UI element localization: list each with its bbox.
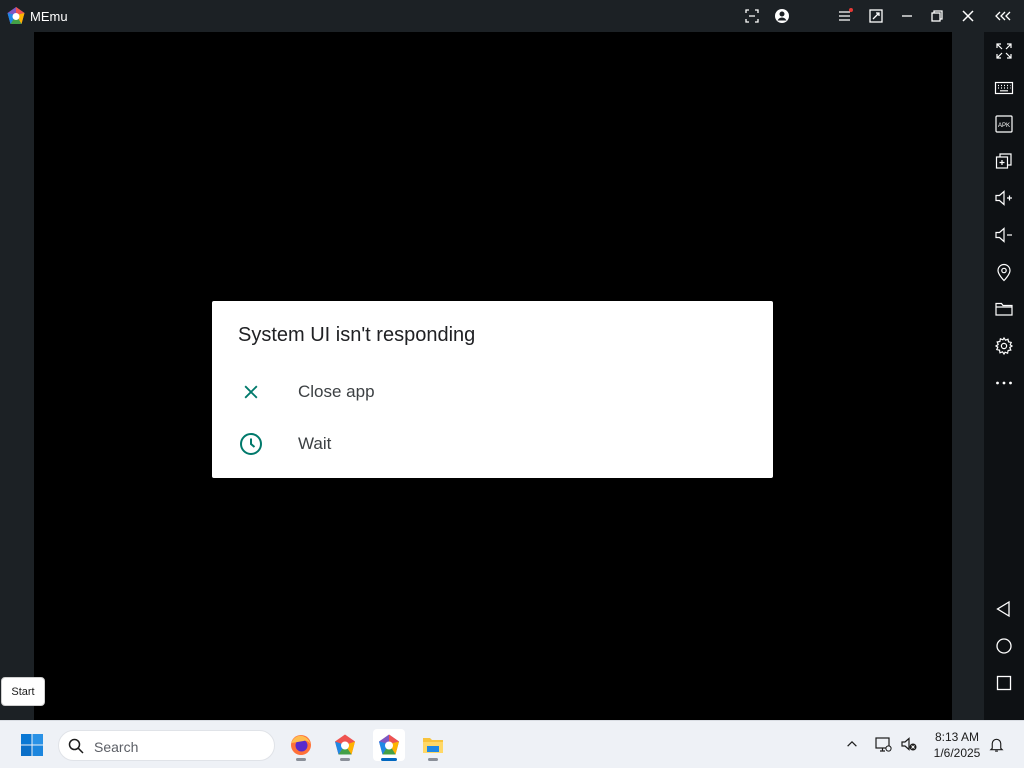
wait-label: Wait <box>298 434 332 453</box>
running-indicator <box>428 758 438 761</box>
back-button[interactable] <box>992 597 1016 621</box>
taskbar: Search 8:13 AM 1/6/2025 <box>0 720 1024 768</box>
fullscreen-icon <box>996 43 1012 59</box>
screenshot-icon <box>745 9 759 23</box>
volume-down-button[interactable] <box>992 223 1016 247</box>
clock-time: 8:13 AM <box>934 730 980 744</box>
clock-icon <box>238 431 264 457</box>
minimize-button[interactable] <box>896 6 918 26</box>
volume-down-icon <box>995 227 1012 243</box>
show-hidden-icons-button[interactable] <box>841 733 863 755</box>
volume-up-icon <box>995 190 1012 206</box>
restore-button[interactable] <box>926 6 948 26</box>
close-icon <box>238 379 264 405</box>
taskbar-app-file-explorer[interactable] <box>417 729 449 761</box>
window-title: MEmu <box>30 9 68 24</box>
clock-date: 1/6/2025 <box>933 746 981 760</box>
keyboard-button[interactable] <box>992 76 1016 100</box>
active-indicator <box>381 758 397 761</box>
close-app-label: Close app <box>298 382 375 401</box>
add-window-button[interactable] <box>992 149 1016 173</box>
start-tooltip: Start <box>1 677 45 706</box>
recents-icon <box>996 675 1012 691</box>
volume-muted-icon <box>901 737 917 751</box>
home-button[interactable] <box>992 634 1016 658</box>
folder-icon <box>995 302 1013 316</box>
taskbar-app-firefox[interactable] <box>285 729 317 761</box>
network-icon <box>875 737 892 752</box>
left-frame <box>0 32 34 720</box>
location-icon <box>997 263 1011 282</box>
memu-logo-icon <box>6 6 26 26</box>
folder-button[interactable] <box>992 297 1016 321</box>
svg-text:APK: APK <box>998 123 1010 129</box>
volume-up-button[interactable] <box>992 186 1016 210</box>
close-icon <box>962 10 974 22</box>
title-bar: MEmu <box>0 0 1024 32</box>
right-frame <box>952 32 984 720</box>
multi-window-button[interactable] <box>865 6 887 26</box>
collapse-sidebar-button[interactable] <box>992 6 1014 26</box>
location-button[interactable] <box>992 260 1016 284</box>
restore-icon <box>931 10 943 22</box>
minimize-icon <box>902 15 912 17</box>
add-window-icon <box>995 153 1012 169</box>
settings-icon <box>994 336 1014 356</box>
close-app-option[interactable]: Close app <box>212 368 773 416</box>
taskbar-search[interactable]: Search <box>58 730 275 761</box>
home-icon <box>996 638 1012 654</box>
windows-start-icon <box>21 734 43 756</box>
search-placeholder: Search <box>94 739 139 755</box>
multi-window-icon <box>869 9 883 23</box>
file-explorer-icon <box>423 738 443 753</box>
apk-icon: APK <box>995 115 1013 133</box>
memu-icon <box>379 734 399 755</box>
taskbar-app-memu-multi[interactable] <box>329 729 361 761</box>
dialog-title: System UI isn't responding <box>238 324 476 346</box>
collapse-sidebar-icon <box>995 11 1011 21</box>
menu-button[interactable] <box>834 6 856 26</box>
back-icon <box>996 600 1010 618</box>
keyboard-icon <box>994 81 1014 95</box>
anr-dialog: System UI isn't responding Close app Wai… <box>212 301 773 478</box>
account-button[interactable] <box>771 6 793 26</box>
menu-icon <box>839 8 853 21</box>
running-indicator <box>296 758 306 761</box>
settings-button[interactable] <box>992 334 1016 358</box>
notifications-button[interactable] <box>985 733 1007 755</box>
taskbar-app-memu[interactable] <box>373 729 405 761</box>
recents-button[interactable] <box>992 671 1016 695</box>
memu-multi-icon <box>335 734 355 755</box>
network-button[interactable] <box>872 733 894 755</box>
start-button[interactable] <box>16 729 48 761</box>
close-window-button[interactable] <box>957 6 979 26</box>
volume-button[interactable] <box>898 733 920 755</box>
search-icon <box>68 738 84 754</box>
more-button[interactable] <box>992 371 1016 395</box>
firefox-icon <box>291 735 311 755</box>
apk-button[interactable]: APK <box>992 112 1016 136</box>
fullscreen-button[interactable] <box>992 39 1016 63</box>
screenshot-button[interactable] <box>741 6 763 26</box>
chevron-up-icon <box>847 740 857 747</box>
running-indicator <box>340 758 350 761</box>
emulator-sidebar: APK <box>984 32 1024 720</box>
wait-option[interactable]: Wait <box>212 420 773 468</box>
more-icon <box>996 381 1012 385</box>
taskbar-clock[interactable]: 8:13 AM 1/6/2025 <box>924 729 990 761</box>
bell-icon <box>988 738 1004 752</box>
account-icon <box>775 9 789 23</box>
